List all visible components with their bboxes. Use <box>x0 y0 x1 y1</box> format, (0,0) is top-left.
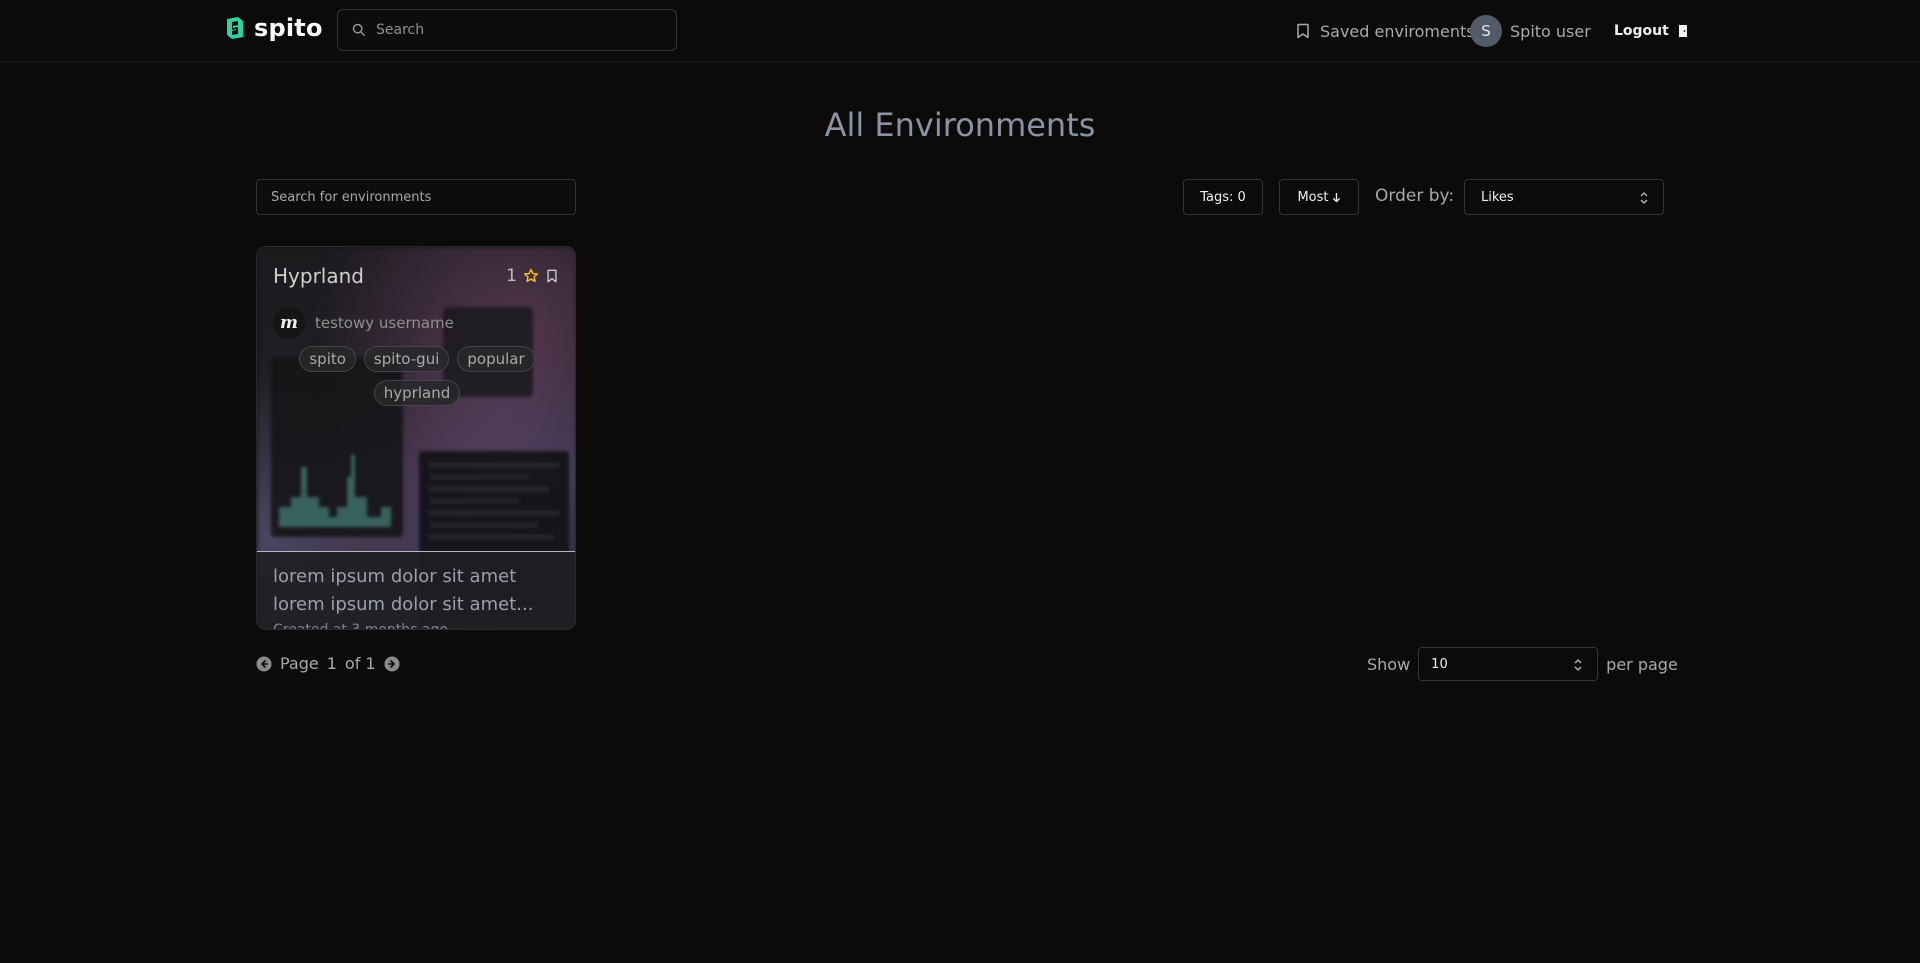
user-avatar: S <box>1470 15 1502 47</box>
tag[interactable]: popular <box>457 346 535 372</box>
previous-page-icon[interactable] <box>256 656 272 672</box>
current-page: 1 <box>326 654 337 673</box>
arrow-down-icon <box>1332 192 1340 203</box>
tags-filter-button[interactable]: Tags: 0 <box>1183 179 1263 215</box>
spito-logo-icon <box>227 17 243 39</box>
chevron-up-down-icon <box>1574 659 1582 671</box>
environment-name[interactable]: Hyprland <box>273 264 364 288</box>
per-page-value: 10 <box>1431 656 1448 672</box>
environment-search-field[interactable] <box>256 179 576 215</box>
page-title: All Environments <box>824 106 1096 144</box>
tag[interactable]: spito <box>299 346 356 372</box>
created-at: Created at 3 months ago <box>273 622 448 630</box>
bookmark-icon[interactable] <box>545 268 559 284</box>
per-page-label: per page <box>1606 654 1678 674</box>
search-icon <box>352 23 365 36</box>
top-navbar: spito Saved enviroments S Spito user Log… <box>0 0 1920 62</box>
per-page-select[interactable]: 10 <box>1418 647 1599 681</box>
chevron-up-down-icon <box>1640 192 1648 204</box>
pagination: Page 1 of 1 <box>256 654 400 673</box>
saved-environments-label: Saved enviroments <box>1320 21 1475 41</box>
show-label: Show <box>1367 654 1411 674</box>
tag-list: spito spito-gui popular hyprland <box>277 346 557 406</box>
logout-button[interactable]: Logout <box>1614 14 1689 48</box>
saved-environments-link[interactable]: Saved enviroments <box>1296 14 1475 48</box>
brand-name: spito <box>254 14 323 42</box>
star-icon[interactable] <box>523 268 539 284</box>
brand-logo[interactable]: spito <box>224 14 323 42</box>
bookmark-icon <box>1297 23 1309 39</box>
environment-stats: 1 <box>506 266 559 286</box>
per-page-control: Show 10 per page <box>1367 647 1678 681</box>
door-icon <box>1678 25 1687 37</box>
order-by-label: Order by: <box>1375 186 1455 206</box>
page-label: Page <box>280 654 319 673</box>
global-search[interactable] <box>337 9 677 51</box>
environment-description: lorem ipsum dolor sit amet lorem ipsum d… <box>257 552 575 630</box>
order-by-select[interactable]: Likes <box>1464 179 1664 215</box>
tag[interactable]: spito-gui <box>363 346 450 372</box>
user-menu[interactable]: S Spito user <box>1470 14 1591 48</box>
environment-search-input[interactable] <box>269 188 563 206</box>
author-name: testowy username <box>315 314 454 332</box>
environment-card[interactable]: Hyprland 1 m testowy username spito spit… <box>256 246 576 630</box>
author-avatar: m <box>273 307 305 339</box>
user-name: Spito user <box>1510 21 1591 41</box>
next-page-icon[interactable] <box>384 656 400 672</box>
environment-author[interactable]: m testowy username <box>273 307 454 339</box>
logout-label: Logout <box>1614 23 1669 39</box>
total-pages: of 1 <box>344 654 376 673</box>
sort-direction-label: Most <box>1297 189 1329 205</box>
global-search-input[interactable] <box>374 21 658 39</box>
description-line: lorem ipsum dolor sit amet <box>273 566 517 587</box>
tag[interactable]: hyprland <box>373 380 461 406</box>
sort-direction-button[interactable]: Most <box>1279 179 1359 215</box>
order-by-value: Likes <box>1481 189 1514 205</box>
likes-count: 1 <box>506 266 517 286</box>
description-line: lorem ipsum dolor sit amet... <box>273 594 534 615</box>
